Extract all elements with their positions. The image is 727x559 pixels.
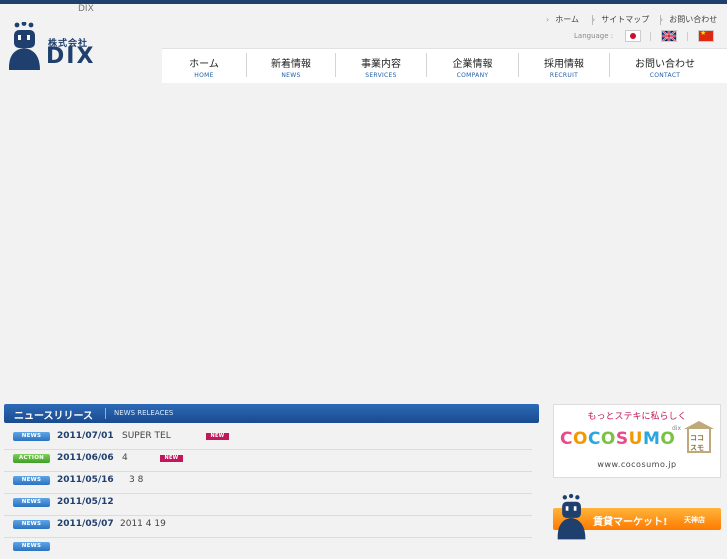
rental-market-banner[interactable]: 賃貸マーケット! 天神店 <box>553 492 721 545</box>
nav-label: 採用情報 <box>544 59 584 70</box>
nav-sublabel: SERVICES <box>365 72 397 79</box>
news-date: 2011/05/16 <box>57 475 114 485</box>
news-date: 2011/07/01 <box>57 431 114 441</box>
cocosumo-letter: C <box>560 429 573 449</box>
banner-url: www.cocosumo.jp <box>597 460 677 469</box>
util-link-sitemap[interactable]: › サイトマップ <box>592 14 649 25</box>
china-flag-icon[interactable]: ★ <box>698 30 714 42</box>
divider <box>650 32 651 41</box>
news-subtitle: NEWS RELEACES <box>114 409 174 417</box>
japan-flag-icon[interactable] <box>625 30 641 42</box>
nav-sublabel: NEWS <box>281 72 301 79</box>
cocosumo-letter: S <box>615 429 629 449</box>
nav-item-recruit[interactable]: 採用情報 RECRUIT <box>519 49 609 83</box>
nav-item-services[interactable]: 事業内容 SERVICES <box>336 49 426 83</box>
cocosumo-letter: M <box>642 429 661 449</box>
news-title-link[interactable]: 2011 4 19 <box>120 519 166 529</box>
nav-label: 新着情報 <box>271 59 311 70</box>
mascot-icon <box>557 493 586 540</box>
cocosumo-letter: O <box>660 429 676 449</box>
nav-sublabel: COMPANY <box>456 72 489 79</box>
news-row[interactable]: ACTION 2011/06/06 4 NEW <box>4 449 532 472</box>
news-date: 2011/05/07 <box>57 519 114 529</box>
news-badge: NEWS <box>13 498 50 507</box>
util-link-label: サイトマップ <box>601 15 650 24</box>
cocosumo-letter: O <box>600 429 616 449</box>
nav-label: 企業情報 <box>452 59 493 70</box>
news-row[interactable]: NEWS 2011/05/12 <box>4 493 532 516</box>
nav-label: 事業内容 <box>361 59 401 70</box>
main-nav: ホーム HOME 新着情報 NEWS 事業内容 SERVICES 企業情報 CO… <box>162 48 727 83</box>
nav-label: ホーム <box>189 59 219 70</box>
news-section-header: ニュースリリース NEWS RELEACES <box>4 404 539 423</box>
news-title: ニュースリリース <box>14 411 93 422</box>
cocosumo-letter: C <box>587 429 601 449</box>
nav-sublabel: RECRUIT <box>549 72 579 79</box>
nav-item-news[interactable]: 新着情報 NEWS <box>247 49 335 83</box>
nav-sublabel: HOME <box>194 72 214 79</box>
util-link-home[interactable]: › ホーム <box>546 14 579 25</box>
uk-flag-icon[interactable] <box>661 30 677 42</box>
nav-label: お問い合わせ <box>635 59 695 70</box>
mascot-icon <box>8 22 40 70</box>
banner-small-label: dix <box>672 425 682 432</box>
util-link-label: お問い合わせ <box>669 15 718 24</box>
logo-wordmark: DIX <box>46 44 96 69</box>
news-row[interactable]: NEWS 2011/07/01 SUPER TEL NEW <box>4 427 532 450</box>
news-badge: NEWS <box>13 476 50 485</box>
cocosumo-letter: U <box>628 429 643 449</box>
nav-item-contact[interactable]: お問い合わせ CONTACT <box>610 49 720 83</box>
news-date: 2011/06/06 <box>57 453 114 463</box>
util-link-label: ホーム <box>555 15 579 24</box>
news-title-link[interactable]: SUPER TEL <box>122 431 171 441</box>
cocosumo-logo: COCOSUMO <box>560 429 675 449</box>
util-link-contact[interactable]: › お問い合わせ <box>660 14 717 25</box>
nav-item-home[interactable]: ホーム HOME <box>162 49 246 83</box>
news-badge: NEWS <box>13 542 50 551</box>
cocosumo-letter: O <box>572 429 588 449</box>
house-label: ココ スモ <box>690 434 704 452</box>
news-row[interactable]: NEWS 2011/05/07 2011 4 19 <box>4 515 532 538</box>
language-label: Language : <box>574 32 614 40</box>
nav-sublabel: CONTACT <box>649 72 681 79</box>
news-date: 2011/05/12 <box>57 497 114 507</box>
new-badge: NEW <box>160 455 183 462</box>
news-badge: NEWS <box>13 432 50 441</box>
news-row[interactable]: NEWS 2011/05/16 3 8 <box>4 471 532 494</box>
divider <box>105 408 106 419</box>
utility-links: › ホーム › サイトマップ › お問い合わせ <box>540 14 720 28</box>
banner-label: 賃貸マーケット! <box>593 517 668 528</box>
banner-store: 天神店 <box>684 516 705 524</box>
company-logo[interactable]: 株式会社 DIX <box>6 22 106 74</box>
nav-item-company[interactable]: 企業情報 COMPANY <box>427 49 518 83</box>
divider <box>687 32 688 41</box>
news-row[interactable]: NEWS <box>4 537 532 559</box>
news-title-link[interactable]: 3 8 <box>129 475 143 485</box>
top-accent-bar <box>0 0 727 4</box>
site-tag: DIX <box>78 4 94 14</box>
news-badge: NEWS <box>13 520 50 529</box>
news-title-link[interactable]: 4 <box>122 453 128 463</box>
cocosumo-banner[interactable]: もっとステキに私らしく COCOSUMO dix ココ スモ www.cocosu… <box>553 404 721 478</box>
new-badge: NEW <box>206 433 229 440</box>
action-badge: ACTION <box>13 454 50 463</box>
